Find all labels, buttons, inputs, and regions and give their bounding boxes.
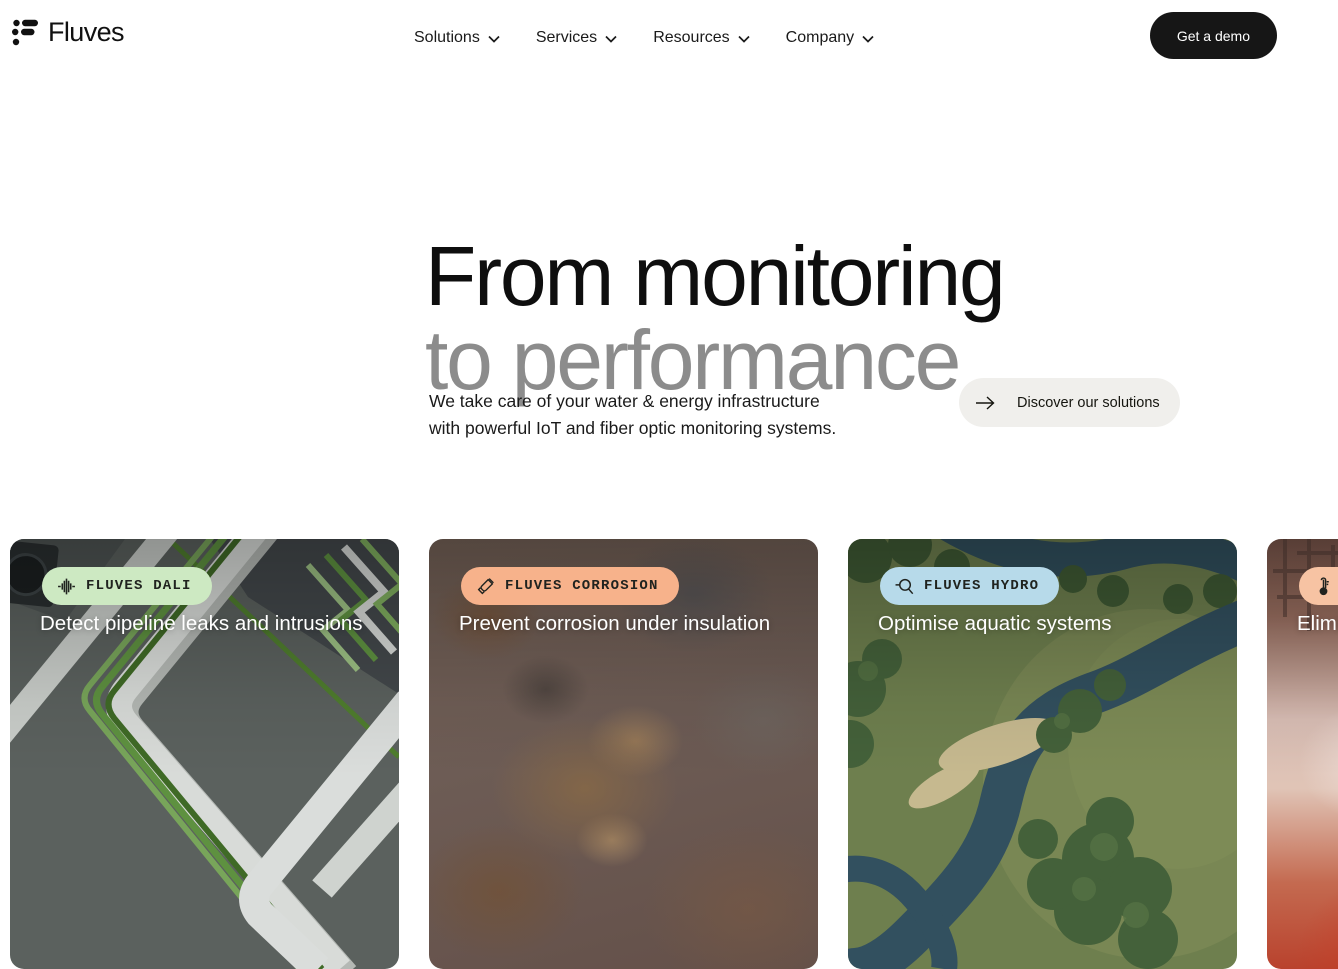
solution-card-hydro[interactable]: FLUVES HYDRO Optimise aquatic systems: [848, 539, 1237, 969]
hero-title: From monitoring to performance: [425, 234, 1004, 402]
nav-label: Resources: [653, 29, 729, 47]
hero-subtitle-line2: with powerful IoT and fiber optic monito…: [429, 415, 836, 442]
chevron-down-icon: [605, 35, 617, 43]
main-nav: Solutions Services Resources Company: [414, 0, 874, 76]
badge-fluves-heat: FLUVES HEAT: [1299, 567, 1338, 605]
card-title: Optimise aquatic systems: [878, 612, 1112, 636]
pipe-elbow-icon: [476, 577, 495, 596]
badge-fluves-dali: FLUVES DALI: [42, 567, 212, 605]
fluves-logo[interactable]: Fluves: [11, 17, 124, 48]
card-title: Eliminate heat losses: [1297, 612, 1338, 636]
fluves-logo-icon: [11, 18, 39, 48]
badge-label: FLUVES DALI: [86, 578, 192, 594]
chevron-down-icon: [862, 35, 874, 43]
solutions-card-row: FLUVES DALI Detect pipeline leaks and in…: [10, 539, 1338, 969]
waveform-icon: [57, 577, 76, 596]
brand-name: Fluves: [48, 17, 124, 48]
card-title: Detect pipeline leaks and intrusions: [40, 612, 363, 636]
nav-item-company[interactable]: Company: [786, 29, 874, 47]
solution-card-dali[interactable]: FLUVES DALI Detect pipeline leaks and in…: [10, 539, 399, 969]
chevron-down-icon: [738, 35, 750, 43]
nav-item-solutions[interactable]: Solutions: [414, 29, 500, 47]
discover-solutions-button[interactable]: Discover our solutions: [959, 378, 1180, 427]
discover-solutions-label: Discover our solutions: [1017, 395, 1160, 411]
badge-label: FLUVES HYDRO: [924, 578, 1039, 594]
arrow-right-icon: [975, 395, 995, 411]
nav-label: Services: [536, 29, 597, 47]
magnifier-icon: [895, 577, 914, 596]
chevron-down-icon: [488, 35, 500, 43]
badge-fluves-corrosion: FLUVES CORROSION: [461, 567, 679, 605]
hero-subtitle-line1: We take care of your water & energy infr…: [429, 388, 836, 415]
get-a-demo-button[interactable]: Get a demo: [1150, 12, 1277, 59]
hero-subtitle: We take care of your water & energy infr…: [429, 388, 836, 442]
badge-label: FLUVES CORROSION: [505, 578, 659, 594]
thermometer-icon: [1314, 577, 1333, 596]
solution-card-corrosion[interactable]: FLUVES CORROSION Prevent corrosion under…: [429, 539, 818, 969]
nav-item-services[interactable]: Services: [536, 29, 617, 47]
nav-label: Solutions: [414, 29, 480, 47]
hero-title-line1: From monitoring: [425, 234, 1004, 318]
card-title: Prevent corrosion under insulation: [459, 612, 770, 636]
badge-fluves-hydro: FLUVES HYDRO: [880, 567, 1059, 605]
nav-label: Company: [786, 29, 854, 47]
header: Fluves Solutions Services Resources Comp…: [0, 0, 1338, 76]
nav-item-resources[interactable]: Resources: [653, 29, 749, 47]
solution-card-heat[interactable]: FLUVES HEAT Eliminate heat losses: [1267, 539, 1338, 969]
